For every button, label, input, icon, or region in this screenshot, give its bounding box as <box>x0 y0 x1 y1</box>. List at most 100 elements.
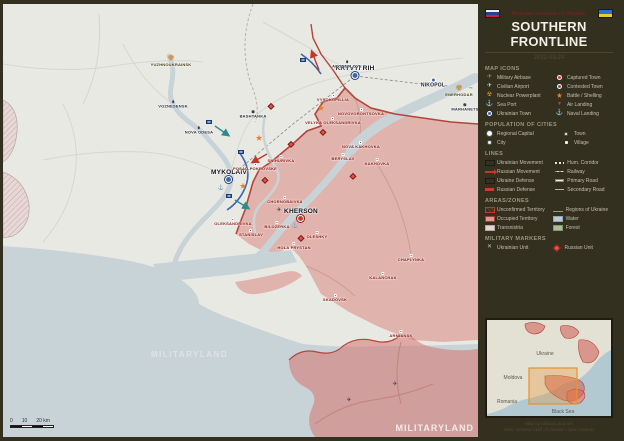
legend-items-lines: Ukrainian MovementRussian MovementUkrain… <box>485 159 613 193</box>
legend-item-town-ua: Ukrainian Town <box>485 110 551 117</box>
a-trans-icon <box>485 224 494 231</box>
city-label: KAKHOVKA <box>365 161 390 166</box>
city-label: SKADOVSK <box>323 297 347 302</box>
legend-section-map-icons: MAP ICONS ✈Military Airbase✈Civilian Air… <box>485 66 613 117</box>
section-heading: MILITARY MARKERS <box>485 236 613 242</box>
map-credits: Map by MilitaryLand.net Data: General St… <box>485 421 613 433</box>
legend-item-ua-def: Ukraine Defense <box>485 177 551 184</box>
legend-item-railway: Railway <box>555 168 613 175</box>
russian-unit-marker <box>320 129 326 135</box>
legend-section-areas: AREAS/ZONES Unconfirmed TerritoryOccupie… <box>485 198 613 231</box>
town-ua-icon <box>485 110 494 117</box>
ukrainian-unit-marker: ✕ <box>226 194 232 198</box>
legend-item-ru-def: Russian Defense <box>485 186 551 193</box>
legend-item-label: Unconfirmed Territory <box>497 207 545 213</box>
map-city-voznesensk: VOZNESENSK <box>158 100 188 108</box>
battle-icon <box>256 135 263 142</box>
legend-item-label: Primary Road <box>567 178 598 184</box>
city-label: NOVA KAKHOVKA <box>342 144 380 149</box>
russian-unit-marker <box>350 173 356 179</box>
map-city-enerhodar: ☢ENERHODAR <box>445 85 473 97</box>
legend-item-unit-ua: ✕Ukrainian Unit <box>485 244 549 251</box>
legend-item-label: Secondary Road <box>567 187 604 193</box>
legend-item-ru-move: Russian Movement <box>485 168 551 175</box>
legend-item-label: Contested Town <box>567 84 603 90</box>
legend-item-label: Russian Movement <box>497 169 540 175</box>
map-city-skadovsk: SKADOVSK <box>323 294 347 302</box>
map-watermark: MILITARYLAND <box>396 423 475 433</box>
map-city-nova-odesa: NOVA ODESA <box>185 126 213 134</box>
legend-item-label: Ukraine Defense <box>497 178 534 184</box>
a-water-icon <box>554 215 563 222</box>
map-city-oleksandrivka: OLEKSANDRIVKA <box>214 218 252 226</box>
city-label: KHERSON <box>284 208 318 215</box>
legend-items-map-icons: ✈Military Airbase✈Civilian Airport☢Nucle… <box>485 74 613 117</box>
capital-ua-marker <box>352 72 359 79</box>
map-city-kakhovka: KAKHOVKA <box>365 158 390 166</box>
legend-item-label: Railway <box>567 169 585 175</box>
legend-item-label: Naval Landing <box>567 111 599 117</box>
legend-item-label: Transnistria <box>497 225 523 231</box>
city-label: BASHTANKA <box>240 113 267 118</box>
legend-item-label: Air Landing <box>567 102 592 108</box>
airbase-icon: ✈ <box>392 381 397 388</box>
legend-item-label: Captured Town <box>567 75 601 81</box>
map-city-bilozerka: BILOZERKA <box>264 221 289 229</box>
scale-bar: 0 10 20 km <box>10 418 54 428</box>
legend-item-unit-ru: Russian Unit <box>553 244 613 251</box>
southern-frontline-map-screenshot: KRYVYI RIHNIKOPOLMARHANETS☢YUZHNOUKRAINS… <box>0 0 624 441</box>
scale-label-10: 10 <box>22 418 28 424</box>
legend-item-naval-landing: ⚓Naval Landing <box>555 110 613 117</box>
a-region-icon <box>554 206 563 213</box>
legend-item-label: Nuclear Powerplant <box>497 93 541 99</box>
map-city-chornobaivka: CHORNOBAIVKA <box>267 196 303 204</box>
road1-icon <box>555 177 564 184</box>
legend-item-airport-civ: ✈Civilian Airport <box>485 83 551 90</box>
legend-item-label: Water <box>566 216 579 222</box>
a-occ-icon <box>485 215 494 222</box>
section-heading: POPULATION OF CITIES <box>485 122 613 128</box>
nuclear-town-marker: ☢ <box>456 85 462 92</box>
legend-item-label: Sea Port <box>497 102 516 108</box>
map-city-beryslav: BERYSLAV <box>332 153 355 161</box>
map-date: 2022-03-24 <box>485 55 613 61</box>
nuclear-icon: ☢ <box>485 92 494 99</box>
scale-bar-segments <box>10 425 54 428</box>
russian-unit-marker <box>288 141 294 147</box>
credit-line-2: Data: General Staff of Ukraine / open so… <box>485 427 613 433</box>
airbase-icon: ✈ <box>346 397 351 404</box>
section-heading: AREAS/ZONES <box>485 198 613 204</box>
city-label: NIKOPOL <box>421 83 445 89</box>
capital-ru-marker <box>298 215 305 222</box>
map-city-velyka-oleksandrivka: VELYKA OLEKSANDRIVKA <box>305 117 361 125</box>
city-label: VOZNESENSK <box>158 103 188 108</box>
legend-item-label: Town <box>574 131 586 137</box>
city-label: POSAD-POKROVSKE <box>233 166 277 171</box>
map-supertitle: Russian Invasion of Ukraine <box>485 11 613 17</box>
legend-item-label: Regional Capital <box>497 131 534 137</box>
map-city-nikopol: NIKOPOL <box>421 78 445 89</box>
overview-inset-map: UkraineMoldovaRomaniaBlack Sea <box>485 318 613 418</box>
inset-label-romania: Romania <box>497 399 517 405</box>
scale-label-0: 0 <box>10 418 13 424</box>
city-label: HOLA PRYSTAN <box>277 245 310 250</box>
city-label: YUZHNOUKRAINSK <box>151 62 192 67</box>
legend-item-pop-city: City <box>485 139 558 146</box>
legend-item-a-unconf: Unconfirmed Territory <box>485 206 550 213</box>
town-ru-icon <box>555 74 564 81</box>
road2-icon <box>555 186 564 193</box>
city-label: VYSOKOPILLIA <box>317 97 349 102</box>
pop-capital-icon <box>485 130 494 137</box>
map-city-novovorontsovka: NOVOVORONTSOVKA <box>338 108 384 116</box>
map-title: SOUTHERN FRONTLINE <box>485 19 613 53</box>
legend-section-military: MILITARY MARKERS ✕Ukrainian Unit Russian … <box>485 236 613 251</box>
legend-item-air-landing: ▼Air Landing <box>555 101 613 108</box>
airport-civ-icon: ✈ <box>485 83 494 90</box>
unit-ua-icon: ✕ <box>485 244 494 251</box>
legend-item-label: Battle / Shelling <box>567 93 602 99</box>
legend-item-town-ru: Captured Town <box>555 74 613 81</box>
map-city-yuzhnoukrainsk: ☢YUZHNOUKRAINSK <box>151 55 192 67</box>
map-city-snihurivka: SNIHURIVKA <box>268 155 295 163</box>
ukrainian-unit-marker: ✕ <box>206 120 212 124</box>
seaport-icon: ⚓ <box>485 101 494 108</box>
